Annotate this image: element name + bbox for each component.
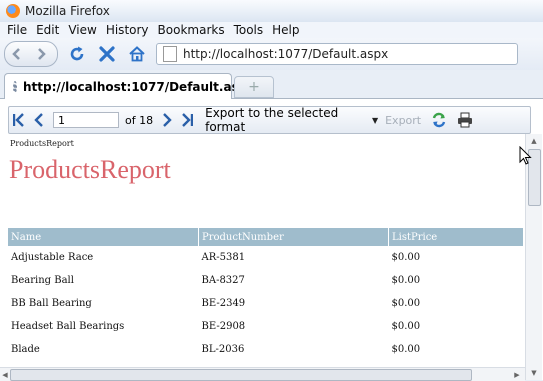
loading-spinner-icon <box>13 80 17 93</box>
tab-bar: http://localhost:1077/Default.aspx ✕ + <box>0 70 543 99</box>
window-titlebar: Mozilla Firefox <box>0 0 543 23</box>
menu-history[interactable]: History <box>106 23 149 37</box>
cell-name: Bearing Ball <box>11 275 74 286</box>
horizontal-scrollbar[interactable]: ◀ ▶ <box>0 367 525 381</box>
table-row: Adjustable Race AR-5381 $0.00 <box>8 246 523 269</box>
home-button[interactable] <box>126 43 148 65</box>
reload-button[interactable] <box>66 43 88 65</box>
reload-icon <box>70 46 84 61</box>
back-forward-group <box>4 41 58 67</box>
mouse-cursor-icon <box>519 146 532 165</box>
dropdown-arrow-icon: ▼ <box>371 115 379 125</box>
home-icon <box>129 46 145 62</box>
horizontal-scrollbar-thumb[interactable] <box>10 369 472 381</box>
navigation-toolbar: http://localhost:1077/Default.aspx <box>0 38 543 70</box>
menu-bookmarks[interactable]: Bookmarks <box>158 23 225 37</box>
page-number-input[interactable]: 1 <box>53 112 119 128</box>
column-header-productnumber: ProductNumber <box>198 228 389 246</box>
cell-listprice: $0.00 <box>391 344 421 355</box>
cell-listprice: $0.00 <box>391 321 421 332</box>
export-link[interactable]: Export <box>385 114 421 127</box>
table-row: Bearing Ball BA-8327 $0.00 <box>8 269 523 292</box>
scroll-right-arrow-icon[interactable]: ▶ <box>512 368 522 381</box>
print-button[interactable] <box>455 110 475 130</box>
stop-button[interactable] <box>96 43 118 65</box>
table-header-row: Name ProductNumber ListPrice <box>8 228 523 246</box>
report-title: ProductsReport <box>9 155 171 184</box>
export-format-select[interactable]: Export to the selected format ▼ <box>203 106 381 134</box>
table-row: BB Ball Bearing BE-2349 $0.00 <box>8 292 523 315</box>
refresh-icon <box>432 112 446 128</box>
printer-icon <box>458 112 473 128</box>
cell-name: BB Ball Bearing <box>11 298 92 309</box>
column-header-listprice: ListPrice <box>388 228 523 246</box>
report-viewer-toolbar: 1 of 18 Export to the selected format ▼ … <box>8 106 531 134</box>
menu-file[interactable]: File <box>7 23 27 37</box>
back-button[interactable] <box>5 43 29 65</box>
menu-bar: File Edit View History Bookmarks Tools H… <box>0 22 543 38</box>
last-page-icon <box>182 113 194 127</box>
column-header-name: Name <box>8 228 199 246</box>
cell-productnumber: AR-5381 <box>201 252 246 263</box>
url-field[interactable]: http://localhost:1077/Default.aspx <box>156 43 518 65</box>
cell-productnumber: BA-8327 <box>201 275 245 286</box>
cell-listprice: $0.00 <box>391 275 421 286</box>
cell-listprice: $0.00 <box>391 252 421 263</box>
first-page-icon <box>13 113 24 127</box>
previous-page-icon <box>34 113 43 127</box>
table-row: Headset Ball Bearings BE-2908 $0.00 <box>8 315 523 338</box>
window-title: Mozilla Firefox <box>25 4 110 18</box>
previous-page-button[interactable] <box>29 110 49 130</box>
first-page-button[interactable] <box>9 110 29 130</box>
back-arrow-icon <box>12 48 20 60</box>
firefox-logo-icon <box>6 4 20 18</box>
scroll-left-arrow-icon[interactable]: ◀ <box>0 368 10 381</box>
new-tab-button[interactable]: + <box>234 76 274 98</box>
forward-arrow-icon <box>38 48 46 60</box>
next-page-button[interactable] <box>157 110 177 130</box>
cell-productnumber: BE-2908 <box>201 321 246 332</box>
cell-name: Headset Ball Bearings <box>11 321 125 332</box>
stop-icon <box>99 46 115 62</box>
page-content: 1 of 18 Export to the selected format ▼ … <box>0 99 543 380</box>
forward-button[interactable] <box>29 43 53 65</box>
menu-view[interactable]: View <box>68 23 96 37</box>
export-format-value: Export to the selected format <box>205 106 339 134</box>
cell-productnumber: BL-2036 <box>201 344 245 355</box>
products-table: Name ProductNumber ListPrice Adjustable … <box>8 228 523 361</box>
page-icon <box>163 46 177 62</box>
report-name-header: ProductsReport <box>10 139 74 148</box>
cell-name: Adjustable Race <box>11 252 94 263</box>
page-count-label: of 18 <box>125 113 154 127</box>
cell-name: Blade <box>11 344 40 355</box>
menu-tools[interactable]: Tools <box>234 23 264 37</box>
cell-listprice: $0.00 <box>391 298 421 309</box>
menu-edit[interactable]: Edit <box>36 23 59 37</box>
table-row: Blade BL-2036 $0.00 <box>8 338 523 361</box>
tab-label: http://localhost:1077/Default.aspx <box>23 79 256 94</box>
refresh-button[interactable] <box>429 110 449 130</box>
report-vertical-scrollbar[interactable]: ▲ ▼ <box>525 134 542 380</box>
menu-help[interactable]: Help <box>272 23 299 37</box>
scroll-down-arrow-icon[interactable]: ▼ <box>526 366 542 380</box>
last-page-button[interactable] <box>177 110 197 130</box>
tab-default-aspx[interactable]: http://localhost:1077/Default.aspx ✕ <box>4 73 264 99</box>
url-text: http://localhost:1077/Default.aspx <box>183 47 389 61</box>
next-page-icon <box>163 113 172 127</box>
cell-productnumber: BE-2349 <box>201 298 246 309</box>
